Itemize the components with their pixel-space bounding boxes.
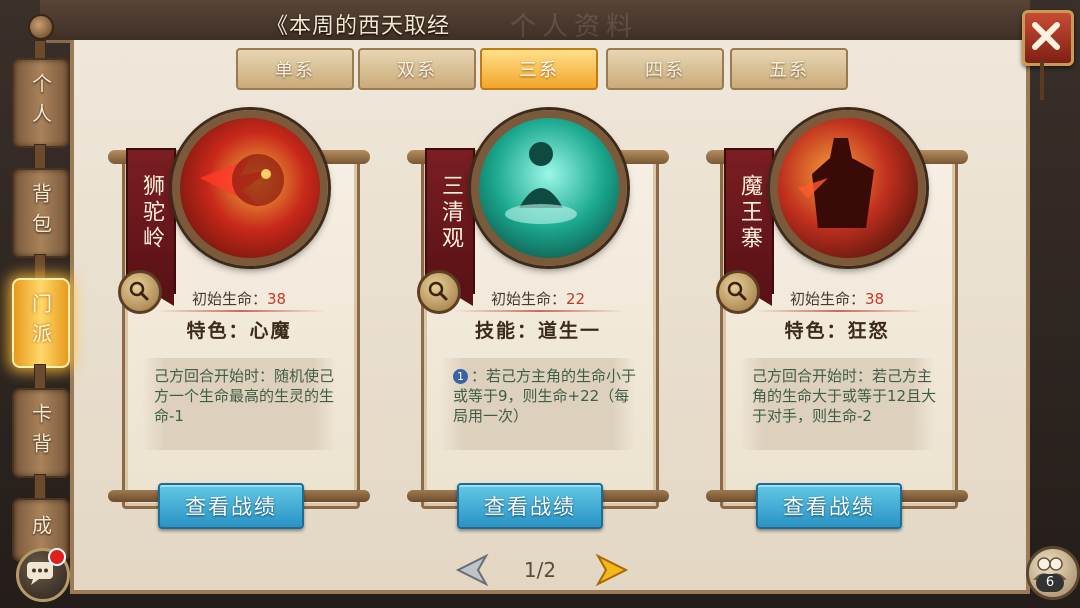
magnifier-icon <box>129 281 149 301</box>
sect-card-shituoling: 狮驼岭 初始生命：38 特色：心魔 己方回合开始时：随机使己方一个生命最高的生灵… <box>108 110 370 529</box>
sect-portrait-demon <box>770 110 926 266</box>
close-button[interactable] <box>1022 10 1074 66</box>
sect-description: 1 ：若己方主角的生命小于或等于9，则生命+22（每局用一次） <box>453 366 643 426</box>
sect-name: 三清观 <box>438 174 463 252</box>
corner-ornament <box>28 14 54 40</box>
demon-emblem-icon <box>798 138 874 228</box>
hp-label: 初始生命： <box>789 290 865 308</box>
initial-hp: 初始生命：38 <box>148 288 330 309</box>
watermark-title: 个人资料 <box>510 12 639 42</box>
side-tab-label: 个人 <box>28 73 53 133</box>
sect-card-mowangzhai: 魔王寨 初始生命：38 特色：狂怒 己方回合开始时：若己方主角的生命大于或等于1… <box>706 110 968 529</box>
hanging-rope <box>1040 60 1044 100</box>
side-tab-label: 卡背 <box>28 403 53 463</box>
sect-feature: 特色：狂怒 <box>784 320 890 342</box>
tab-single[interactable]: 单系 <box>236 48 354 90</box>
view-record-button[interactable]: 查看战绩 <box>457 483 603 529</box>
magnifier-icon <box>428 281 448 301</box>
sect-portrait-taoist <box>471 110 627 266</box>
side-tab-sect[interactable]: 门派 <box>12 278 70 368</box>
initial-hp: 初始生命：22 <box>447 288 629 309</box>
side-tab-label: 背包 <box>28 183 53 243</box>
side-tab-label: 门派 <box>28 293 53 353</box>
hp-label: 初始生命： <box>191 290 267 308</box>
divider <box>156 310 326 312</box>
skill-description: ：若己方主角的生命小于或等于9，则生命+22（每局用一次） <box>453 367 637 425</box>
divider <box>754 310 924 312</box>
notification-dot <box>48 548 66 566</box>
side-tab-bag[interactable]: 背包 <box>12 168 70 258</box>
page-indicator: 1/2 <box>523 558 557 582</box>
hp-value: 38 <box>266 290 287 308</box>
magnifier-icon <box>727 281 747 301</box>
title-bar: 《本周的西天取经 个人资料 <box>40 0 1030 43</box>
previous-page-arrow-icon[interactable] <box>454 552 490 588</box>
sect-skill: 技能：道生一 <box>474 320 601 342</box>
side-tab-label: 成 <box>28 515 53 545</box>
lion-emblem-icon <box>200 154 284 208</box>
sect-card-sanqingguan: 三清观 初始生命：22 技能：道生一 1 ：若己方主角的生命小于或等于9，则生命+… <box>407 110 669 529</box>
hp-value: 38 <box>864 290 885 308</box>
initial-hp: 初始生命：38 <box>746 288 928 309</box>
hp-label: 初始生命： <box>490 290 566 308</box>
skill-number-badge: 1 <box>453 369 468 384</box>
online-friends-count: 6 <box>1036 574 1064 592</box>
view-record-button[interactable]: 查看战绩 <box>158 483 304 529</box>
sect-name: 狮驼岭 <box>139 174 164 252</box>
divider <box>455 310 625 312</box>
close-icon <box>1032 22 1060 50</box>
next-page-arrow-icon[interactable] <box>594 552 630 588</box>
taoist-emblem-icon <box>505 142 577 224</box>
sect-description: 己方回合开始时：若己方主角的生命大于或等于12且大于对手，则生命-2 <box>752 367 937 425</box>
sect-name: 魔王寨 <box>737 174 762 252</box>
sect-portrait-lion <box>172 110 328 266</box>
tab-double[interactable]: 双系 <box>358 48 476 90</box>
sect-feature: 特色：心魔 <box>186 320 292 342</box>
tab-quadruple[interactable]: 四系 <box>606 48 724 90</box>
hp-value: 22 <box>565 290 586 308</box>
side-tab-cardback[interactable]: 卡背 <box>12 388 70 478</box>
side-tab-profile[interactable]: 个人 <box>12 58 70 148</box>
tab-quintuple[interactable]: 五系 <box>730 48 848 90</box>
page-title: 《本周的西天取经 <box>266 14 451 39</box>
sect-description: 己方回合开始时：随机使己方一个生命最高的生灵的生命-1 <box>154 367 335 425</box>
tab-triple[interactable]: 三系 <box>480 48 598 90</box>
view-record-button[interactable]: 查看战绩 <box>756 483 902 529</box>
